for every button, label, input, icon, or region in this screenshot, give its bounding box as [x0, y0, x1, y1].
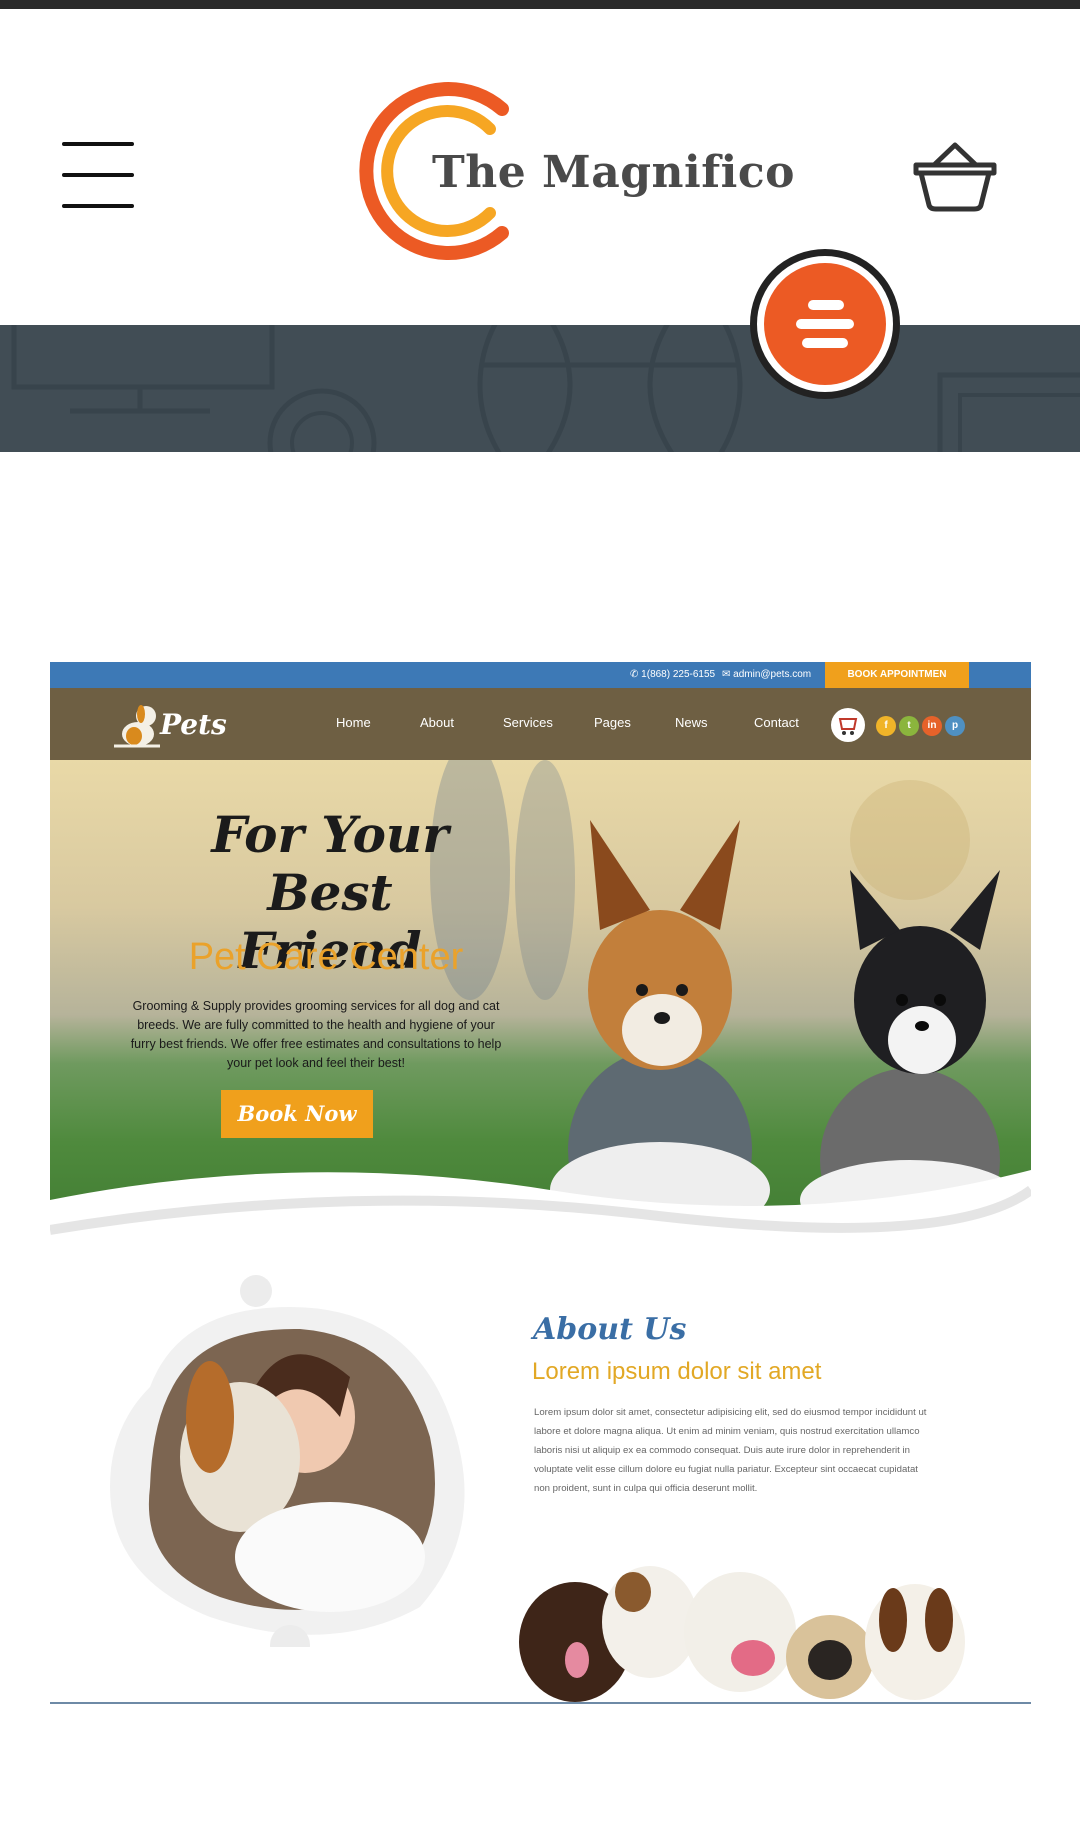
pets-logo-text: Pets: [160, 708, 227, 741]
mockup-bottom-rule: [50, 1702, 1031, 1704]
status-bar-line: [0, 0, 1080, 9]
floating-menu-button[interactable]: [750, 249, 900, 399]
hero-description: Grooming & Supply provides grooming serv…: [130, 999, 502, 1070]
hero-subtitle: Pet Care Center: [188, 936, 464, 978]
mockup-cart-icon[interactable]: [831, 708, 865, 742]
nav-home[interactable]: Home: [336, 715, 371, 730]
book-now-button[interactable]: Book Now: [221, 1090, 373, 1138]
site-header: The Magnifico: [0, 9, 1080, 325]
pinterest-icon[interactable]: p: [945, 716, 965, 736]
banner-pattern: [11, 325, 1080, 452]
facebook-icon[interactable]: f: [876, 716, 896, 736]
email-text: ✉ admin@pets.com: [722, 669, 812, 680]
nav-contact[interactable]: Contact: [754, 715, 799, 730]
phone-text: ✆ 1(868) 225-6155: [630, 669, 716, 680]
menu-lines-icon: [764, 263, 886, 385]
logo-text: The Magnifico: [432, 147, 796, 198]
linkedin-icon[interactable]: in: [922, 716, 942, 736]
hamburger-menu-icon[interactable]: [62, 142, 134, 208]
site-logo[interactable]: The Magnifico: [352, 81, 795, 261]
woman-hugging-dog-photo: [110, 1275, 465, 1647]
nav-services[interactable]: Services: [503, 715, 553, 730]
twitter-icon[interactable]: t: [899, 716, 919, 736]
puppies-photo: [519, 1566, 965, 1702]
about-subtitle: Lorem ipsum dolor sit amet: [532, 1358, 822, 1385]
pets-logo[interactable]: Pets: [108, 696, 227, 752]
nav-news[interactable]: News: [675, 715, 708, 730]
dog-logo-icon: [114, 705, 160, 748]
basket-icon[interactable]: [912, 139, 998, 213]
hero-section: For Your Best Friend Pet Care Center Gro…: [50, 760, 1031, 1250]
mockup-topbar: ✆ 1(868) 225-6155 ✉ admin@pets.com BOOK …: [50, 662, 1031, 688]
nav-pages[interactable]: Pages: [594, 715, 631, 730]
nav-about[interactable]: About: [420, 715, 454, 730]
book-appointment-button[interactable]: BOOK APPOINTMEN: [825, 662, 969, 688]
about-title: About Us: [533, 1312, 687, 1347]
about-text: Lorem ipsum dolor sit amet, consectetur …: [534, 1407, 927, 1494]
header-banner: [0, 325, 1080, 452]
website-mockup: ✆ 1(868) 225-6155 ✉ admin@pets.com BOOK …: [50, 662, 1031, 1704]
mockup-navbar: Pets Home About Services Pages News Cont…: [50, 688, 1031, 760]
